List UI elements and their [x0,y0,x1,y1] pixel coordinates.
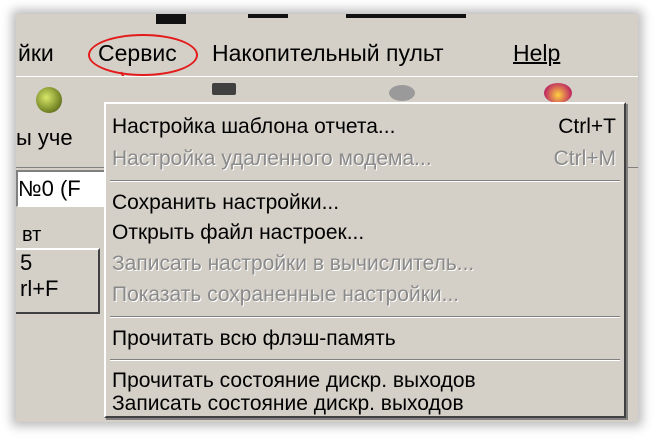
left-panel: №0 (F вт 5 rl+F [16,168,106,422]
toolbar-partial-label: ы уче [16,125,73,150]
side-button[interactable]: 5 rl+F [16,248,100,314]
menu-item-read-flash[interactable]: Прочитать всю флэш-память [112,324,616,354]
panel-partial-text: вт [22,224,42,246]
menu-item-help[interactable]: Help [513,32,560,74]
menu-item-partial[interactable]: йки [18,32,54,74]
title-bar-fragment [156,14,186,24]
screenshot-frame: йки Сервис Накопительный пульт Help ы уч… [16,14,638,422]
menu-item-label: Показать сохраненные настройки... [112,283,460,306]
menu-item-label: Настройка шаблона отчета... [112,115,396,138]
menu-item-label: Настройка удаленного модема... [112,147,432,170]
menu-separator [110,316,620,318]
menu-item-label: Прочитать всю флэш-память [112,327,396,350]
menu-item-report-template[interactable]: Настройка шаблона отчета... Ctrl+T [112,112,616,142]
menu-item-label: Записать настройки в вычислитель... [112,252,475,275]
menu-item-shortcut: Ctrl+T [558,115,616,138]
palette-icon[interactable] [544,83,572,103]
title-bar-fragment [248,14,288,18]
service-highlight-ellipse [88,34,198,76]
menu-item-write-settings[interactable]: Записать настройки в вычислитель... [112,249,616,279]
menu-item-write-discrete-outputs[interactable]: Записать состояние дискр. выходов [112,389,616,419]
menu-item-label: Открыть файл настроек... [112,221,365,244]
menu-item-remote-modem[interactable]: Настройка удаленного модема... Ctrl+M [112,144,616,174]
side-button-digit: 5 [20,250,33,275]
menu-item-label: Записать состояние дискр. выходов [112,392,464,415]
menu-item-save-settings[interactable]: Сохранить настройки... [112,188,616,218]
menu-item-shortcut: Ctrl+M [553,147,616,170]
channel-field[interactable]: №0 (F [16,170,104,207]
record-icon[interactable] [389,85,415,101]
title-bar-fragment [346,14,466,18]
menu-separator [110,359,620,361]
service-dropdown-menu: Настройка шаблона отчета... Ctrl+T Настр… [104,102,626,418]
menu-item-open-settings[interactable]: Открыть файл настроек... [112,218,616,248]
menu-separator [110,180,620,182]
menu-item-show-saved-settings[interactable]: Показать сохраненные настройки... [112,280,616,310]
gauge-icon[interactable] [36,87,62,113]
menu-item-accumulator[interactable]: Накопительный пульт [212,32,444,74]
window-icon[interactable] [212,83,236,95]
menu-item-label: Сохранить настройки... [112,191,340,214]
side-button-shortcut: rl+F [20,276,59,301]
